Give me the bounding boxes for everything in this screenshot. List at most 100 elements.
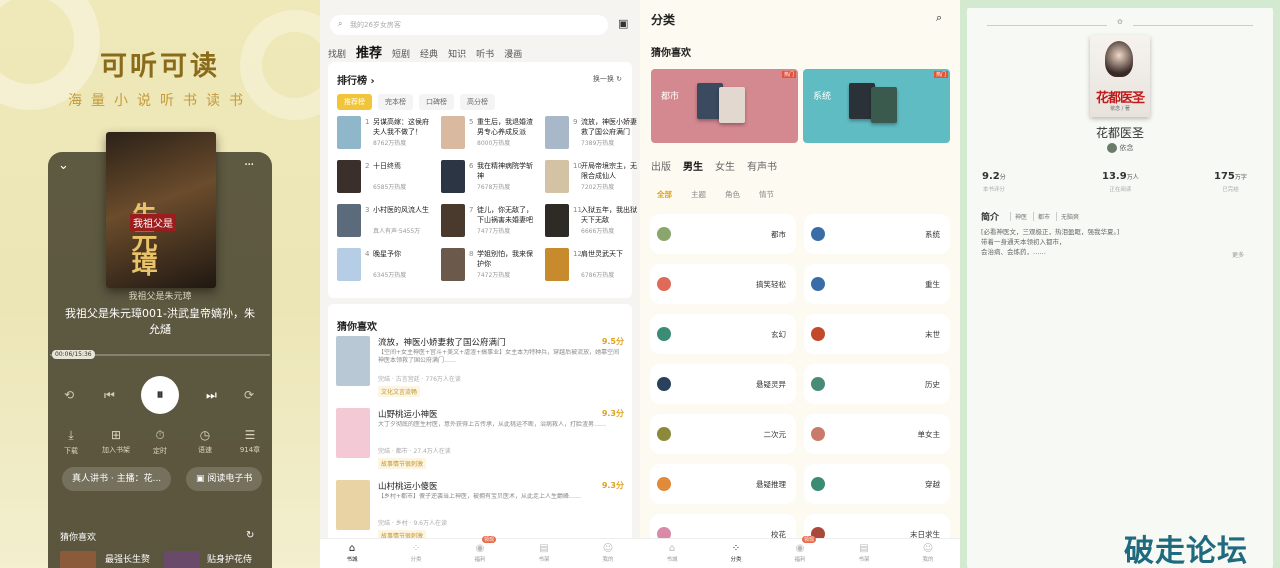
nav-shelf[interactable]: ▤ 书架: [832, 539, 896, 568]
narrator-button[interactable]: 真人讲书 · 主播：花...: [62, 467, 172, 491]
rank-item[interactable]: 8 学姐别怕，我来保护你 7472万热度: [441, 248, 541, 288]
tab-classic[interactable]: 经典: [420, 47, 438, 60]
nav-shelf[interactable]: ▤ 书架: [512, 539, 576, 568]
rewind-15-icon[interactable]: ⟲: [64, 388, 74, 402]
nav-bookstore[interactable]: ⌂ 书城: [640, 539, 704, 568]
banner-xitong[interactable]: 系统 热门: [803, 69, 950, 143]
user-icon: ☺: [922, 543, 934, 554]
subtab-all[interactable]: 全部: [657, 189, 672, 200]
rank-item[interactable]: 7 徒儿，你无敌了，下山祸害未婚妻吧 7477万热度: [441, 204, 541, 244]
rank-item[interactable]: 3 小村医的风流人生 真人有声·5455万: [337, 204, 437, 244]
add-shelf-button[interactable]: ⊞ 加入书架: [96, 428, 136, 455]
book-cover: [545, 204, 569, 237]
category-item[interactable]: 重生: [804, 264, 950, 304]
tab-male[interactable]: 男生: [683, 158, 703, 173]
rec-cover[interactable]: [164, 551, 200, 568]
tag[interactable]: 都市: [1033, 212, 1050, 221]
subtab-theme[interactable]: 主题: [691, 189, 706, 200]
rec-title[interactable]: 最强长生赘: [105, 552, 150, 565]
tab-publish[interactable]: 出版: [651, 158, 671, 173]
category-item[interactable]: 搞笑轻松: [650, 264, 796, 304]
speed-button[interactable]: ◷ 语速: [185, 428, 225, 455]
category-item[interactable]: 悬疑推理: [650, 464, 796, 504]
tab-recommend[interactable]: 推荐: [356, 42, 382, 61]
refresh-icon[interactable]: ↻: [246, 530, 254, 541]
tab-female[interactable]: 女生: [715, 158, 735, 173]
tab-audio[interactable]: 听书: [476, 47, 494, 60]
nav-category[interactable]: ⁘ 分类: [384, 539, 448, 568]
search-icon[interactable]: ⌕: [936, 11, 942, 25]
rank-item[interactable]: 9 流放，神医小娇妻救了国公府满门 7389万热度: [545, 116, 640, 156]
tab-audiobook[interactable]: 有声书: [747, 158, 777, 173]
category-item[interactable]: 穿越: [804, 464, 950, 504]
category-item[interactable]: 二次元: [650, 414, 796, 454]
more-icon[interactable]: ···: [244, 158, 254, 173]
chip-complete[interactable]: 完本榜: [378, 94, 413, 110]
chip-reputation[interactable]: 口碑榜: [419, 94, 454, 110]
chapters-button[interactable]: ☰ 914章: [230, 428, 270, 455]
category-icon: [657, 427, 671, 441]
rec-cover[interactable]: [60, 551, 96, 568]
tab-zhaoju[interactable]: 找剧: [328, 47, 346, 60]
chip-score[interactable]: 高分榜: [460, 94, 495, 110]
rank-heat: 6786万热度: [581, 272, 615, 279]
category-item[interactable]: 历史: [804, 364, 950, 404]
rank-item[interactable]: 10 开局帝境宗主，无限合成仙人 7202万热度: [545, 160, 640, 200]
swap-button[interactable]: 换一换 ↻: [593, 74, 622, 84]
rank-item[interactable]: 11 入狱五年，我出狱天下无敌 6666万热度: [545, 204, 640, 244]
read-ebook-button[interactable]: ▣ 阅读电子书: [186, 467, 263, 491]
rank-title: 我在精神病院学斩神: [477, 162, 533, 180]
previous-icon[interactable]: ⏮: [104, 388, 115, 403]
forward-15-icon[interactable]: ⟳: [244, 388, 254, 402]
guess-item[interactable]: 流放，神医小娇妻救了国公府满门 9.5分 【空间+女主神医+宫斗+美文+虐渣+搞事业…: [336, 336, 626, 406]
next-icon[interactable]: ⏭: [206, 388, 217, 403]
category-item[interactable]: 末世: [804, 314, 950, 354]
tag[interactable]: 神医: [1010, 212, 1027, 221]
bottom-nav: ⌂ 书城 ⁘ 分类 领现 ◉ 福利 ▤ 书架 ☺ 我的: [320, 536, 640, 568]
category-item[interactable]: 悬疑灵异: [650, 364, 796, 404]
subtab-plot[interactable]: 情节: [759, 189, 774, 200]
download-button[interactable]: ⤓ 下载: [51, 428, 91, 456]
rank-item[interactable]: 4 晚星予你 6345万热度: [337, 248, 437, 288]
category-item[interactable]: 玄幻: [650, 314, 796, 354]
book-cover[interactable]: 花都医圣 依念 / 著: [1090, 35, 1150, 117]
tag[interactable]: 无脑爽: [1056, 212, 1079, 221]
nav-me[interactable]: ☺ 我的: [576, 539, 640, 568]
rec-title[interactable]: 贴身护花侍: [207, 552, 252, 565]
author[interactable]: 依念: [960, 143, 1280, 153]
rank-item[interactable]: 6 我在精神病院学斩神 7678万热度: [441, 160, 541, 200]
banner-dushi[interactable]: 都市 热门: [651, 69, 798, 143]
more-link[interactable]: 更多: [1232, 250, 1244, 259]
category-icon: [811, 327, 825, 341]
ranking-title[interactable]: 排行榜 ›: [337, 72, 375, 87]
tab-comic[interactable]: 漫画: [504, 47, 522, 60]
rank-heat: 6666万热度: [581, 228, 615, 235]
book-cover: [337, 116, 361, 149]
pause-button[interactable]: ⏸: [141, 376, 179, 414]
nav-me[interactable]: ☺ 我的: [896, 539, 960, 568]
rank-item[interactable]: 2 十日终焉 6585万热度: [337, 160, 437, 200]
chip-recommend[interactable]: 推荐榜: [337, 94, 372, 110]
nav-category[interactable]: ⁘ 分类: [704, 539, 768, 568]
grid-icon: ⁘: [411, 543, 421, 554]
rank-title: 学姐别怕，我来保护你: [477, 250, 533, 268]
watermark: 破走论坛: [1124, 534, 1248, 568]
tab-short[interactable]: 短剧: [392, 47, 410, 60]
category-item[interactable]: 单女主: [804, 414, 950, 454]
search-input[interactable]: 我的26岁女房客: [330, 15, 608, 35]
timer-button[interactable]: ⏱ 定时: [140, 428, 180, 456]
category-item[interactable]: 都市: [650, 214, 796, 254]
nav-bookstore[interactable]: ⌂ 书城: [320, 539, 384, 568]
progress-time[interactable]: 00:06/15:36: [52, 350, 95, 359]
nav-welfare[interactable]: 领现 ◉ 福利: [768, 536, 832, 568]
guess-item[interactable]: 山野桃运小神医 9.3分 大丁夕彻底的医生村医，意外获得上古传承，从此桃运不断，治病…: [336, 408, 626, 478]
rank-item[interactable]: 12 肩世灵武天下 6786万热度: [545, 248, 640, 288]
tab-knowledge[interactable]: 知识: [448, 47, 466, 60]
chevron-down-icon[interactable]: ⌄: [58, 158, 69, 173]
subtab-role[interactable]: 角色: [725, 189, 740, 200]
rank-item[interactable]: 5 重生后，我退婚渣男专心养成反派 8000万热度: [441, 116, 541, 156]
category-item[interactable]: 系统: [804, 214, 950, 254]
checkin-icon[interactable]: ▣: [618, 17, 628, 30]
rank-item[interactable]: 1 另谋高嫁：这侯府夫人我不做了！ 8762万热度: [337, 116, 437, 156]
nav-welfare[interactable]: 领现 ◉ 福利: [448, 536, 512, 568]
